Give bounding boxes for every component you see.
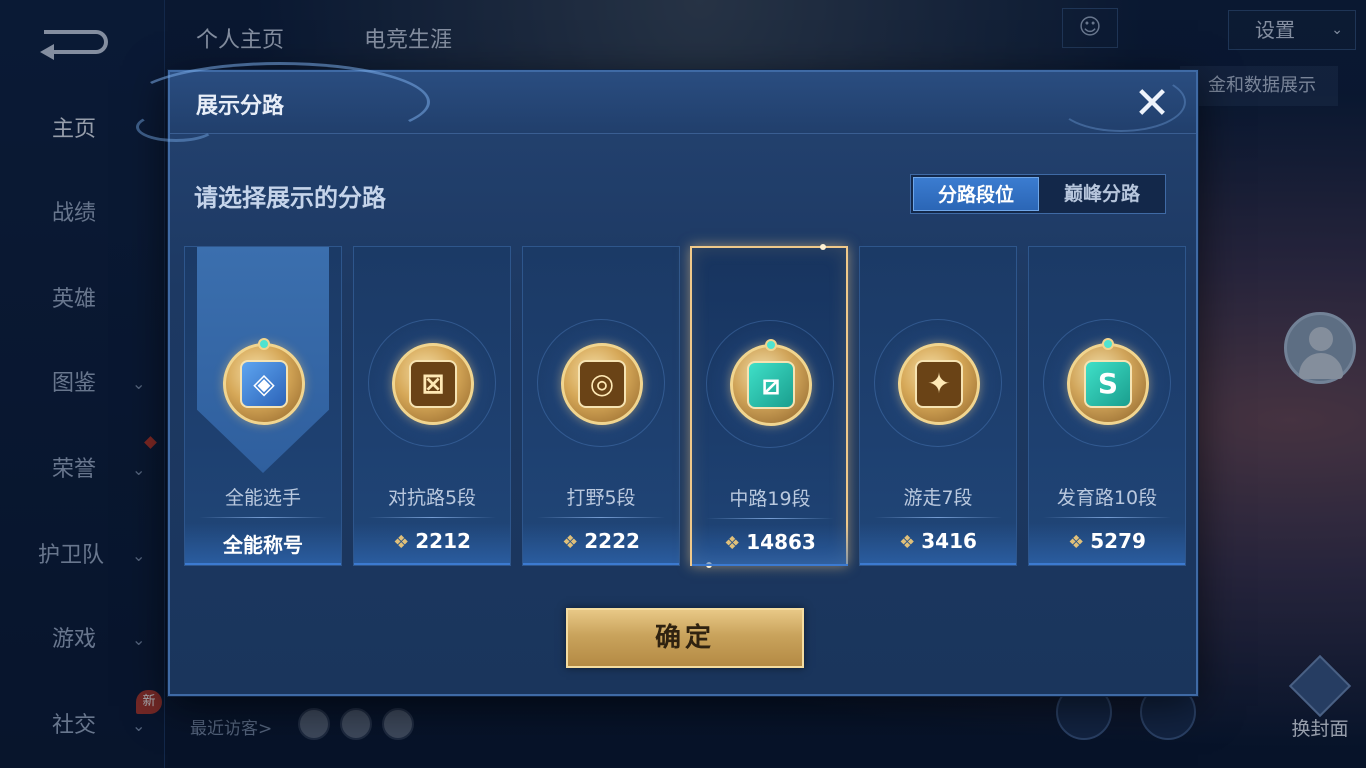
corner-spark-icon [820,244,826,250]
rank-points-icon: ❖ [1068,532,1085,553]
badge-emblem-icon: ◈ [240,360,288,408]
lane-card-score: ❖ 3416 [860,529,1016,553]
jungle-badge-icon: ◎ [561,343,643,425]
rank-points-icon: ❖ [562,532,579,553]
lane-card-farm[interactable]: S 发育路10段 ❖ 5279 [1028,246,1186,566]
lane-card-jungle[interactable]: ◎ 打野5段 ❖ 2222 [522,246,680,566]
score-value: 5279 [1090,529,1146,553]
lane-card-name: 打野5段 [566,487,636,509]
badge-emblem-icon: ⧄ [747,361,795,409]
lane-card-roam[interactable]: ✦ 游走7段 ❖ 3416 [859,246,1017,566]
divider [1043,517,1171,518]
tab-peak-lane[interactable]: 巅峰分路 [1039,177,1165,211]
badge-emblem-icon: ⊠ [409,360,457,408]
top-lane-badge-icon: ⊠ [392,343,474,425]
lane-card-name: 对抗路5段 [387,487,477,509]
modal-header: 展示分路 ✕ [130,62,1196,142]
lane-card-mid[interactable]: ⧄ 中路19段 ❖ 14863 [690,244,848,568]
section-title: 请选择展示的分路 [194,184,386,212]
tab-lane-rank[interactable]: 分路段位 [913,177,1039,211]
mid-lane-badge-icon: ⧄ [730,339,812,426]
lane-card-score: ❖ 2222 [523,529,679,553]
confirm-button[interactable]: 确定 [566,608,804,668]
close-icon[interactable]: ✕ [1130,82,1174,126]
lane-card-name: 发育路10段 [1056,487,1158,509]
gem-icon [258,338,270,350]
gem-icon [765,339,777,351]
gem-icon [1102,338,1114,350]
score-value: 14863 [746,530,816,554]
lane-card-top[interactable]: ⊠ 对抗路5段 ❖ 2212 [353,246,511,566]
divider [537,517,665,518]
lane-card-score: ❖ 2212 [354,529,510,553]
all-round-title-label: 全能称号 [223,533,303,557]
lane-card-name: 游走7段 [903,487,973,509]
rank-points-icon: ❖ [393,532,410,553]
all-round-badge-icon: ◈ [223,338,305,425]
score-value: 2222 [584,529,640,553]
badge-emblem-icon: S [1084,360,1132,408]
farm-lane-badge-icon: S [1067,338,1149,425]
badge-emblem-icon: ✦ [915,360,963,408]
rank-points-icon: ❖ [899,532,916,553]
lane-card-name: 中路19段 [729,488,811,510]
lane-display-modal: 展示分路 ✕ 请选择展示的分路 分路段位 巅峰分路 ◈ 全能选手 全能称号 ⊠ … [130,62,1198,696]
divider [199,517,327,518]
lane-type-toggle: 分路段位 巅峰分路 [910,174,1166,214]
score-value: 2212 [415,529,471,553]
lane-card-footer-label: 全能称号 [185,529,341,558]
badge-emblem-icon: ◎ [578,360,626,408]
divider [706,518,834,519]
lane-card-all-round[interactable]: ◈ 全能选手 全能称号 [184,246,342,566]
score-value: 3416 [921,529,977,553]
roam-badge-icon: ✦ [898,343,980,425]
lane-card-name: 全能选手 [224,487,301,509]
divider [368,517,496,518]
modal-title: 展示分路 [196,94,285,119]
divider [874,517,1002,518]
lane-card-score: ❖ 5279 [1029,529,1185,553]
lane-card-score: ❖ 14863 [692,530,848,554]
rank-points-icon: ❖ [724,533,741,554]
